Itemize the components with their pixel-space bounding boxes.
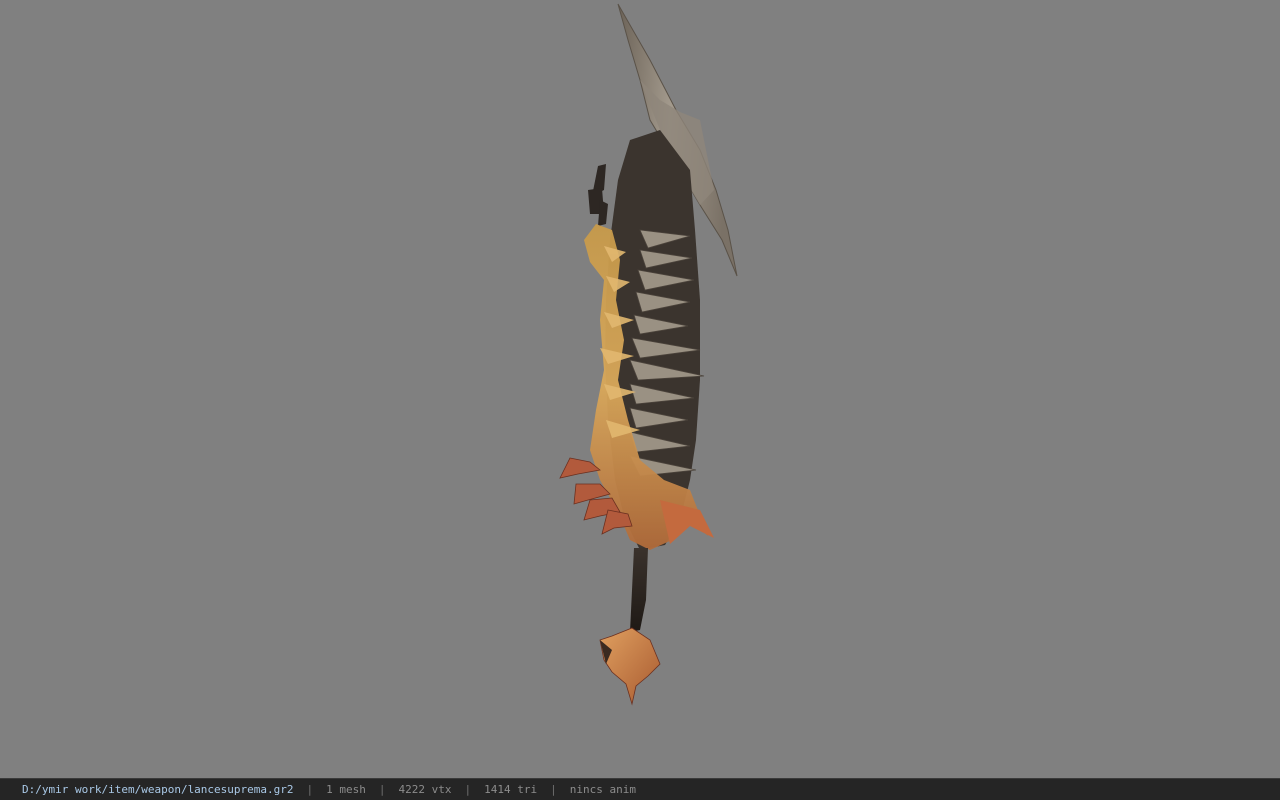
file-path: D:/ymir work/item/weapon/lancesuprema.gr… [22,783,294,796]
pommel [599,627,661,706]
vertex-count: 4222 vtx [398,783,452,796]
triangle-count: 1414 tri [484,783,538,796]
separator: | [464,783,472,796]
weapon-shaft [630,548,648,632]
mesh-count: 1 mesh [326,783,366,796]
animation-status: nincs anim [569,783,636,796]
status-bar: D:/ymir work/item/weapon/lancesuprema.gr… [0,778,1280,800]
weapon-model[interactable] [0,0,1280,778]
3d-viewport[interactable] [0,0,1280,778]
separator: | [550,783,557,796]
separator: | [306,783,314,796]
separator: | [378,783,386,796]
